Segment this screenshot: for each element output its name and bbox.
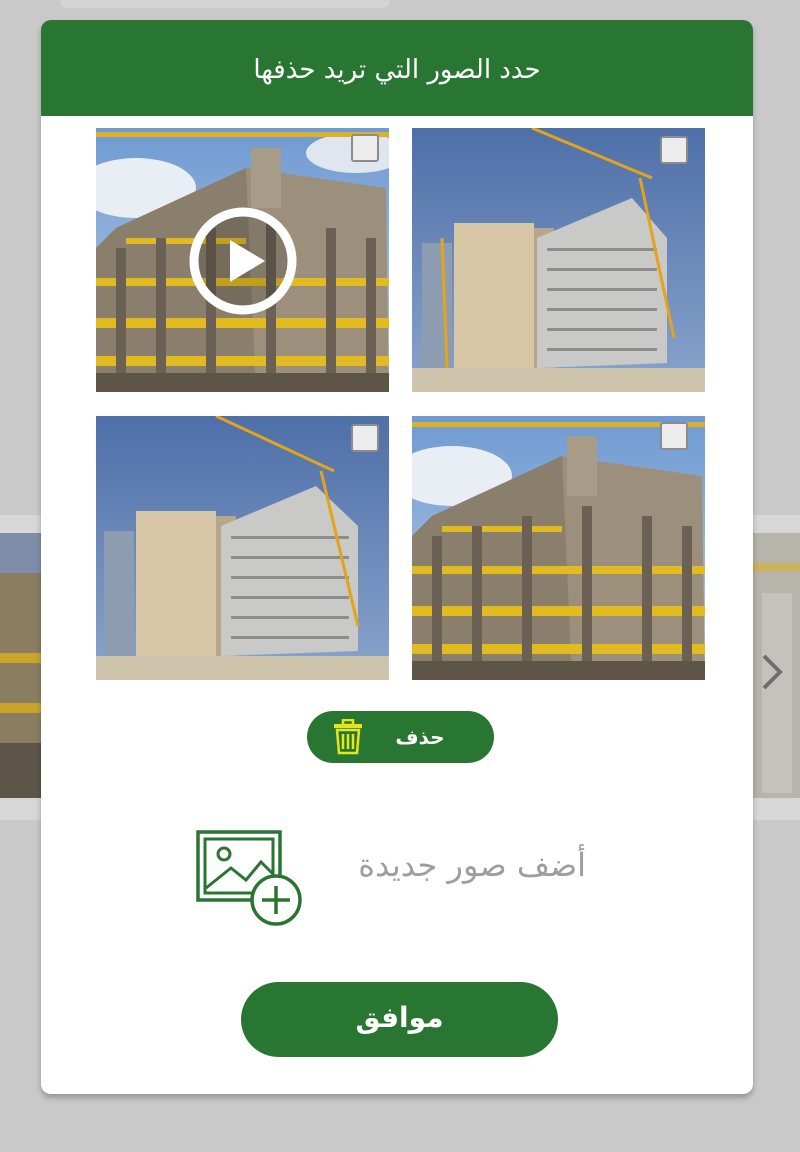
delete-button-label: حذف — [395, 725, 445, 749]
background-toolbar — [60, 0, 390, 8]
delete-photos-dialog: حدد الصور التي تريد حذفها حذف أضف صور جد… — [41, 20, 753, 1094]
select-checkbox[interactable] — [660, 136, 688, 164]
construction-photo — [412, 416, 705, 680]
photo-thumbnail[interactable] — [412, 128, 705, 392]
ok-button-label: موافق — [355, 1001, 444, 1034]
dialog-title: حدد الصور التي تريد حذفها — [253, 55, 541, 85]
photo-thumbnail[interactable] — [412, 416, 705, 680]
chevron-right-icon[interactable] — [756, 652, 786, 692]
add-photos-label: أضف صور جديدة — [358, 846, 586, 884]
construction-photo — [96, 416, 389, 680]
add-photos-button[interactable]: أضف صور جديدة — [191, 825, 591, 935]
photo-thumbnail[interactable] — [96, 416, 389, 680]
background-photo-left — [0, 533, 42, 798]
add-image-icon — [196, 830, 302, 926]
select-checkbox[interactable] — [351, 424, 379, 452]
select-checkbox[interactable] — [660, 422, 688, 450]
select-checkbox[interactable] — [351, 134, 379, 162]
delete-button[interactable]: حذف — [307, 711, 494, 763]
construction-photo — [412, 128, 705, 392]
play-icon[interactable] — [188, 206, 298, 316]
photo-thumbnail-video[interactable] — [96, 128, 389, 392]
ok-button[interactable]: موافق — [241, 982, 558, 1057]
dialog-header: حدد الصور التي تريد حذفها — [41, 20, 753, 116]
trash-icon — [334, 719, 362, 755]
